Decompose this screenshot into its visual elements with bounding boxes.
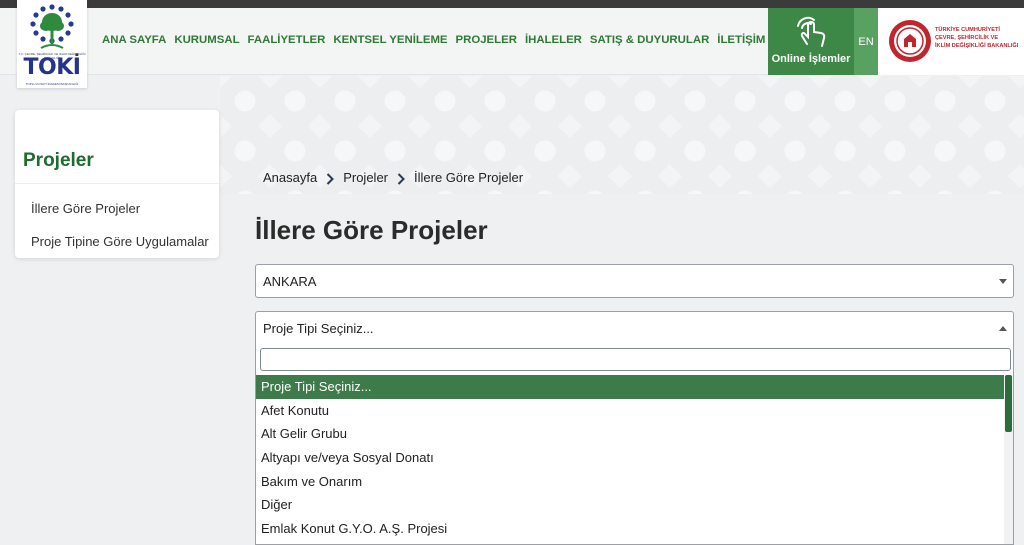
chevron-right-icon [317, 170, 343, 185]
dropdown-option[interactable]: Emlak Konut G.Y.O. A.Ş. Projesi [256, 517, 1005, 541]
nav-faaliyetler[interactable]: FAALİYETLER [248, 34, 326, 46]
dropdown-option[interactable]: Altyapı ve/veya Sosyal Donatı [256, 446, 1005, 470]
dropdown-option[interactable]: Alt Gelir Grubu [256, 422, 1005, 446]
project-type-select-value: Proje Tipi Seçiniz... [263, 321, 374, 336]
dropdown-option[interactable]: Proje Tipi Seçiniz... [256, 375, 1005, 399]
ministry-line-2: ÇEVRE, ŞEHİRCİLİK VE [935, 35, 999, 41]
nav-ana-sayfa[interactable]: ANA SAYFA [102, 34, 166, 46]
sidebar-divider [15, 183, 219, 184]
sidebar-item-proje-tipine-gore[interactable]: Proje Tipine Göre Uygulamalar [31, 234, 209, 249]
toki-logo[interactable]: T.C. ÇEVRE, ŞEHİRCİLİK VE İKLİM DEĞİŞİKL… [17, 0, 87, 88]
top-dark-bar [0, 0, 1024, 8]
caret-up-icon [999, 326, 1007, 331]
breadcrumb: Anasayfa Projeler İllere Göre Projeler [263, 170, 523, 185]
language-toggle[interactable]: EN [854, 8, 878, 75]
breadcrumb-anasayfa[interactable]: Anasayfa [263, 170, 317, 185]
nav-ihaleler[interactable]: İHALELER [525, 34, 582, 46]
online-islemler-label: Online İşlemler [771, 53, 851, 65]
project-type-select[interactable]: Proje Tipi Seçiniz... [255, 311, 1014, 345]
dropdown-scrollbar-thumb[interactable] [1005, 375, 1012, 432]
ministry-line-1: TÜRKİYE CUMHURİYETİ [935, 27, 1000, 33]
dropdown-option[interactable]: Bakım ve Onarım [256, 470, 1005, 494]
dropdown-options-list: Proje Tipi Seçiniz... Afet Konutu Alt Ge… [256, 375, 1005, 541]
online-islemler-button[interactable]: Online İşlemler [768, 8, 854, 75]
sidebar-item-illere-gore-projeler[interactable]: İllere Göre Projeler [31, 201, 140, 216]
dropdown-option[interactable]: Diğer [256, 493, 1005, 517]
logo-wordmark: TOKİ [23, 55, 81, 80]
city-select-value: ANKARA [263, 274, 317, 289]
caret-down-icon [999, 279, 1007, 284]
chevron-right-icon [388, 170, 414, 185]
breadcrumb-current: İllere Göre Projeler [414, 170, 524, 185]
dropdown-scrollbar[interactable] [1004, 375, 1013, 544]
ministry-logo[interactable]: TÜRKİYE CUMHURİYETİ ÇEVRE, ŞEHİRCİLİK VE… [878, 8, 1024, 75]
nav-satis-duyurular[interactable]: SATIŞ & DUYURULAR [590, 34, 709, 46]
hand-tap-icon [797, 16, 826, 47]
city-select[interactable]: ANKARA [255, 264, 1014, 298]
page-title: İllere Göre Projeler [255, 215, 488, 245]
ministry-emblem-icon [889, 20, 931, 62]
toki-tree-logo [30, 4, 74, 49]
sidebar-title: Projeler [23, 150, 94, 171]
nav-kentsel-yenileme[interactable]: KENTSEL YENİLEME [333, 34, 447, 46]
main-nav: ANA SAYFA KURUMSAL FAALİYETLER KENTSEL Y… [102, 34, 765, 46]
nav-iletisim[interactable]: İLETİŞİM [717, 34, 765, 46]
dropdown-option[interactable]: Afet Konutu [256, 399, 1005, 423]
breadcrumb-projeler[interactable]: Projeler [343, 170, 388, 185]
nav-projeler[interactable]: PROJELER [456, 34, 517, 46]
ministry-line-3: İKLİM DEĞİŞİKLİĞİ BAKANLIĞI [935, 43, 1019, 49]
project-type-dropdown: Proje Tipi Seçiniz... Afet Konutu Alt Ge… [255, 344, 1014, 545]
sidebar-card: Projeler İllere Göre Projeler Proje Tipi… [15, 110, 219, 258]
dropdown-search-input[interactable] [260, 348, 1011, 371]
nav-kurumsal[interactable]: KURUMSAL [174, 34, 239, 46]
logo-caption-bottom: TOPLU KONUT İDARESİ BAŞKANLIĞI [25, 82, 79, 86]
